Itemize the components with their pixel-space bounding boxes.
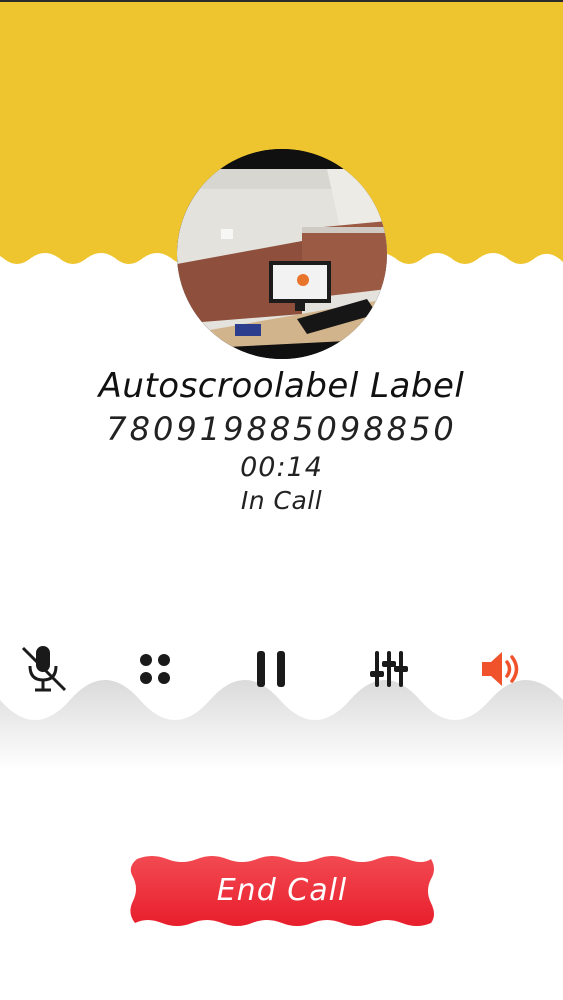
equalizer-icon [370, 651, 408, 687]
dialpad-icon [140, 654, 170, 684]
status-bar-line [0, 0, 563, 2]
caller-avatar [177, 149, 387, 359]
call-timer: 00:14 [240, 452, 323, 483]
pause-icon [257, 651, 285, 687]
in-call-screen: Autoscroolabel Label 780919885098850 00:… [0, 0, 563, 1000]
end-call-label: End Call [216, 873, 348, 908]
call-status: In Call [240, 486, 323, 515]
mic-muted-icon [21, 646, 67, 692]
caller-name: Autoscroolabel Label [98, 366, 465, 406]
call-controls [0, 637, 563, 701]
caller-number: 780919885098850 [106, 410, 457, 448]
audio-settings-button[interactable] [357, 637, 421, 701]
dialpad-button[interactable] [123, 637, 187, 701]
end-call-button[interactable]: End Call [127, 853, 437, 929]
speaker-button[interactable] [470, 637, 534, 701]
hold-button[interactable] [239, 637, 303, 701]
speaker-icon [482, 652, 519, 686]
mute-button[interactable] [12, 637, 76, 701]
